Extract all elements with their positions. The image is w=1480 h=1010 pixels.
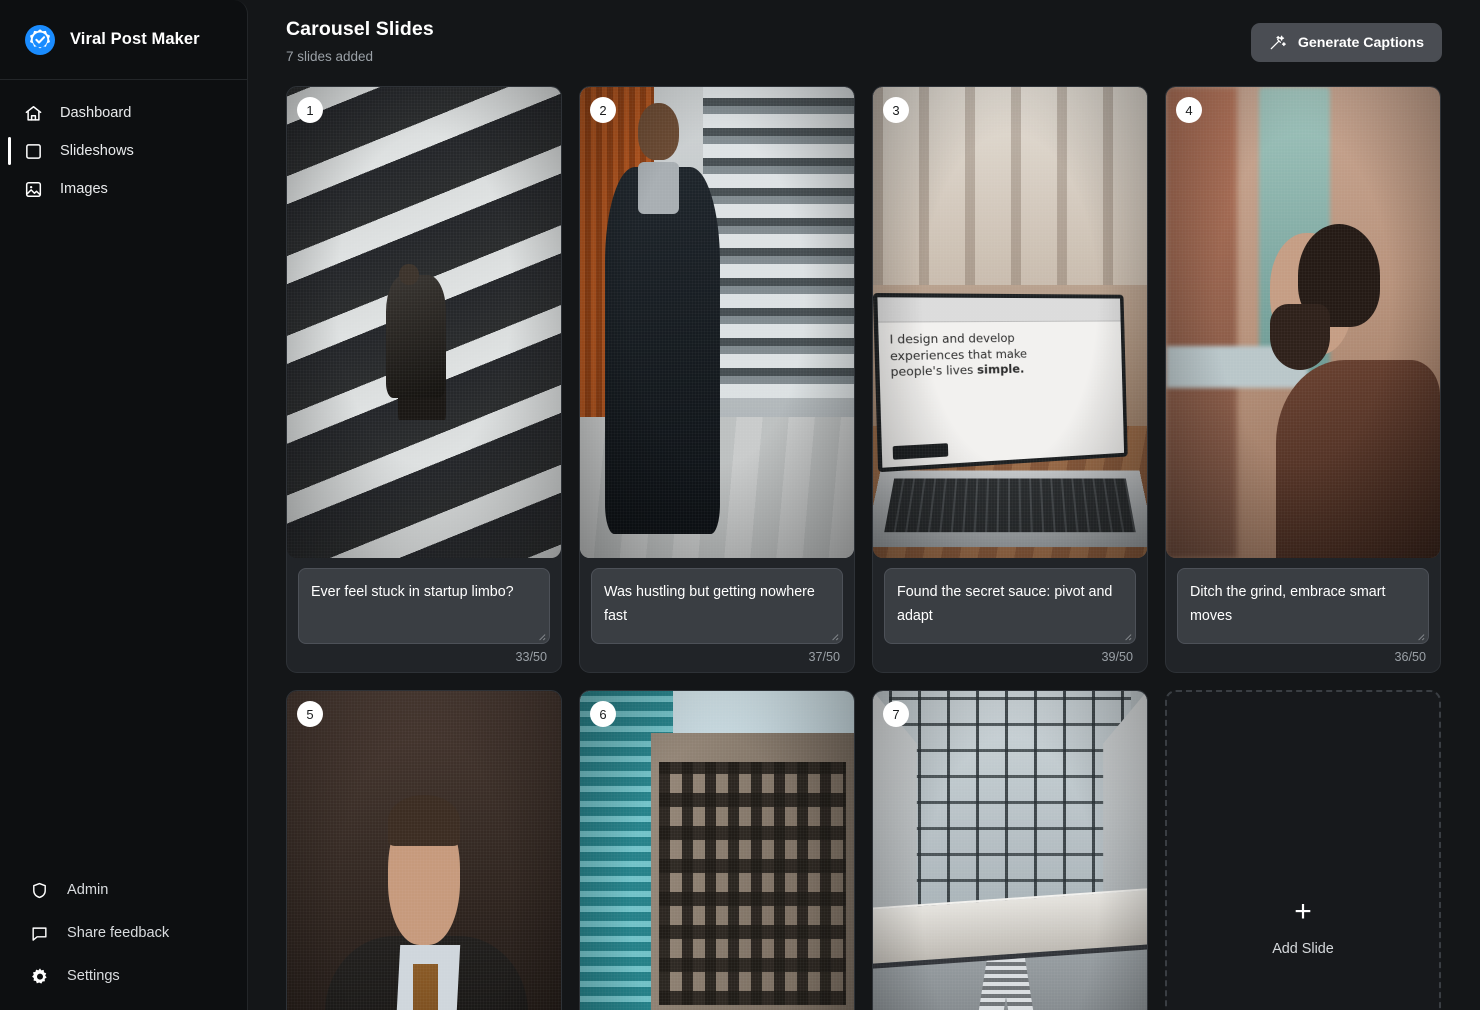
generate-captions-label: Generate Captions bbox=[1297, 34, 1424, 51]
sidebar-item-settings[interactable]: Settings bbox=[0, 956, 247, 996]
sidebar-item-images[interactable]: Images bbox=[0, 170, 247, 208]
caption-area: Found the secret sauce: pivot and adapt … bbox=[873, 558, 1147, 672]
sidebar-item-slideshows[interactable]: Slideshows bbox=[0, 132, 247, 170]
brand-name: Viral Post Maker bbox=[70, 30, 200, 48]
character-counter: 33/50 bbox=[515, 650, 547, 664]
resize-handle-icon[interactable] bbox=[1414, 630, 1425, 641]
sidebar-bottom-nav: Admin Share feedback Settings bbox=[0, 870, 247, 1010]
slide-image bbox=[287, 691, 561, 1010]
sidebar-item-label: Slideshows bbox=[60, 143, 134, 159]
slide-image bbox=[287, 87, 561, 558]
slide-number-badge: 4 bbox=[1176, 97, 1202, 123]
caption-text: Was hustling but getting nowhere fast bbox=[604, 584, 815, 624]
caption-input[interactable]: Ditch the grind, embrace smart moves bbox=[1177, 568, 1429, 644]
slide-card[interactable]: 4 Ditch the grind, embrace smart moves 3… bbox=[1165, 86, 1441, 673]
caption-area: Was hustling but getting nowhere fast 37… bbox=[580, 558, 854, 672]
caption-input[interactable]: Was hustling but getting nowhere fast bbox=[591, 568, 843, 644]
add-slide-button[interactable]: + Add Slide bbox=[1165, 690, 1441, 1010]
slide-card[interactable]: 2 Was hustling but getting nowhere fast … bbox=[579, 86, 855, 673]
generate-captions-button[interactable]: Generate Captions bbox=[1250, 23, 1442, 62]
plus-icon: + bbox=[1294, 894, 1312, 928]
magic-wand-icon bbox=[1269, 34, 1286, 51]
slides-grid: 1 Ever feel stuck in startup limbo? 33/5… bbox=[248, 86, 1480, 1010]
slide-number-badge: 1 bbox=[297, 97, 323, 123]
slide-image: I design and develop experiences that ma… bbox=[873, 87, 1147, 558]
slide-card[interactable]: 5 bbox=[286, 690, 562, 1010]
slide-number-badge: 2 bbox=[590, 97, 616, 123]
slide-image bbox=[1166, 87, 1440, 558]
slide-number-badge: 6 bbox=[590, 701, 616, 727]
caption-area: Ditch the grind, embrace smart moves 36/… bbox=[1166, 558, 1440, 672]
slide-number-badge: 3 bbox=[883, 97, 909, 123]
shield-icon bbox=[30, 881, 49, 900]
sidebar-item-share-feedback[interactable]: Share feedback bbox=[0, 913, 247, 953]
laptop-text-line-3: people's lives simple. bbox=[890, 362, 1025, 380]
caption-text: Found the secret sauce: pivot and adapt bbox=[897, 584, 1113, 624]
slide-card[interactable]: I design and develop experiences that ma… bbox=[872, 86, 1148, 673]
slide-thumbnail[interactable]: 5 bbox=[287, 691, 561, 1010]
main-content: Carousel Slides 7 slides added Generate … bbox=[248, 0, 1480, 1010]
slide-card[interactable]: 1 Ever feel stuck in startup limbo? 33/5… bbox=[286, 86, 562, 673]
slide-number-badge: 5 bbox=[297, 701, 323, 727]
slide-image bbox=[580, 87, 854, 558]
character-counter: 36/50 bbox=[1394, 650, 1426, 664]
slide-thumbnail[interactable]: 2 bbox=[580, 87, 854, 558]
sidebar-item-dashboard[interactable]: Dashboard bbox=[0, 94, 247, 132]
page-title: Carousel Slides bbox=[286, 18, 434, 40]
sidebar-item-admin[interactable]: Admin bbox=[0, 870, 247, 910]
page-heading-group: Carousel Slides 7 slides added bbox=[286, 18, 434, 64]
chat-bubble-icon bbox=[30, 924, 49, 943]
gear-icon bbox=[30, 967, 49, 986]
slide-image bbox=[580, 691, 854, 1010]
slide-thumbnail[interactable]: I design and develop experiences that ma… bbox=[873, 87, 1147, 558]
page-header: Carousel Slides 7 slides added Generate … bbox=[248, 0, 1480, 86]
add-slide-label: Add Slide bbox=[1272, 940, 1334, 957]
slide-thumbnail[interactable]: 7 bbox=[873, 691, 1147, 1010]
slide-card[interactable]: 7 bbox=[872, 690, 1148, 1010]
square-icon bbox=[24, 142, 43, 161]
resize-handle-icon[interactable] bbox=[535, 630, 546, 641]
image-icon bbox=[24, 180, 43, 199]
laptop-screen: I design and develop experiences that ma… bbox=[873, 293, 1129, 472]
slide-thumbnail[interactable]: 4 bbox=[1166, 87, 1440, 558]
caption-input[interactable]: Found the secret sauce: pivot and adapt bbox=[884, 568, 1136, 644]
slide-image bbox=[873, 691, 1147, 1010]
resize-handle-icon[interactable] bbox=[1121, 630, 1132, 641]
slide-number-badge: 7 bbox=[883, 701, 909, 727]
sidebar-item-label: Dashboard bbox=[60, 105, 132, 121]
caption-input[interactable]: Ever feel stuck in startup limbo? bbox=[298, 568, 550, 644]
app-root: Viral Post Maker Dashboard Slideshows Im… bbox=[0, 0, 1480, 1010]
slide-thumbnail[interactable]: 6 bbox=[580, 691, 854, 1010]
home-icon bbox=[24, 104, 43, 123]
sidebar-nav: Dashboard Slideshows Images bbox=[0, 80, 247, 208]
caption-text: Ever feel stuck in startup limbo? bbox=[311, 584, 514, 600]
verified-badge-icon bbox=[24, 24, 56, 56]
sidebar-item-label: Admin bbox=[67, 882, 109, 898]
brand[interactable]: Viral Post Maker bbox=[0, 0, 247, 80]
sidebar-item-label: Share feedback bbox=[67, 925, 170, 941]
resize-handle-icon[interactable] bbox=[828, 630, 839, 641]
caption-area: Ever feel stuck in startup limbo? 33/50 bbox=[287, 558, 561, 672]
character-counter: 39/50 bbox=[1101, 650, 1133, 664]
sidebar-item-label: Images bbox=[60, 181, 108, 197]
caption-text: Ditch the grind, embrace smart moves bbox=[1190, 584, 1386, 624]
character-counter: 37/50 bbox=[808, 650, 840, 664]
sidebar-item-label: Settings bbox=[67, 968, 120, 984]
slide-count-status: 7 slides added bbox=[286, 49, 374, 64]
sidebar: Viral Post Maker Dashboard Slideshows Im… bbox=[0, 0, 248, 1010]
slide-thumbnail[interactable]: 1 bbox=[287, 87, 561, 558]
slide-card[interactable]: 6 bbox=[579, 690, 855, 1010]
